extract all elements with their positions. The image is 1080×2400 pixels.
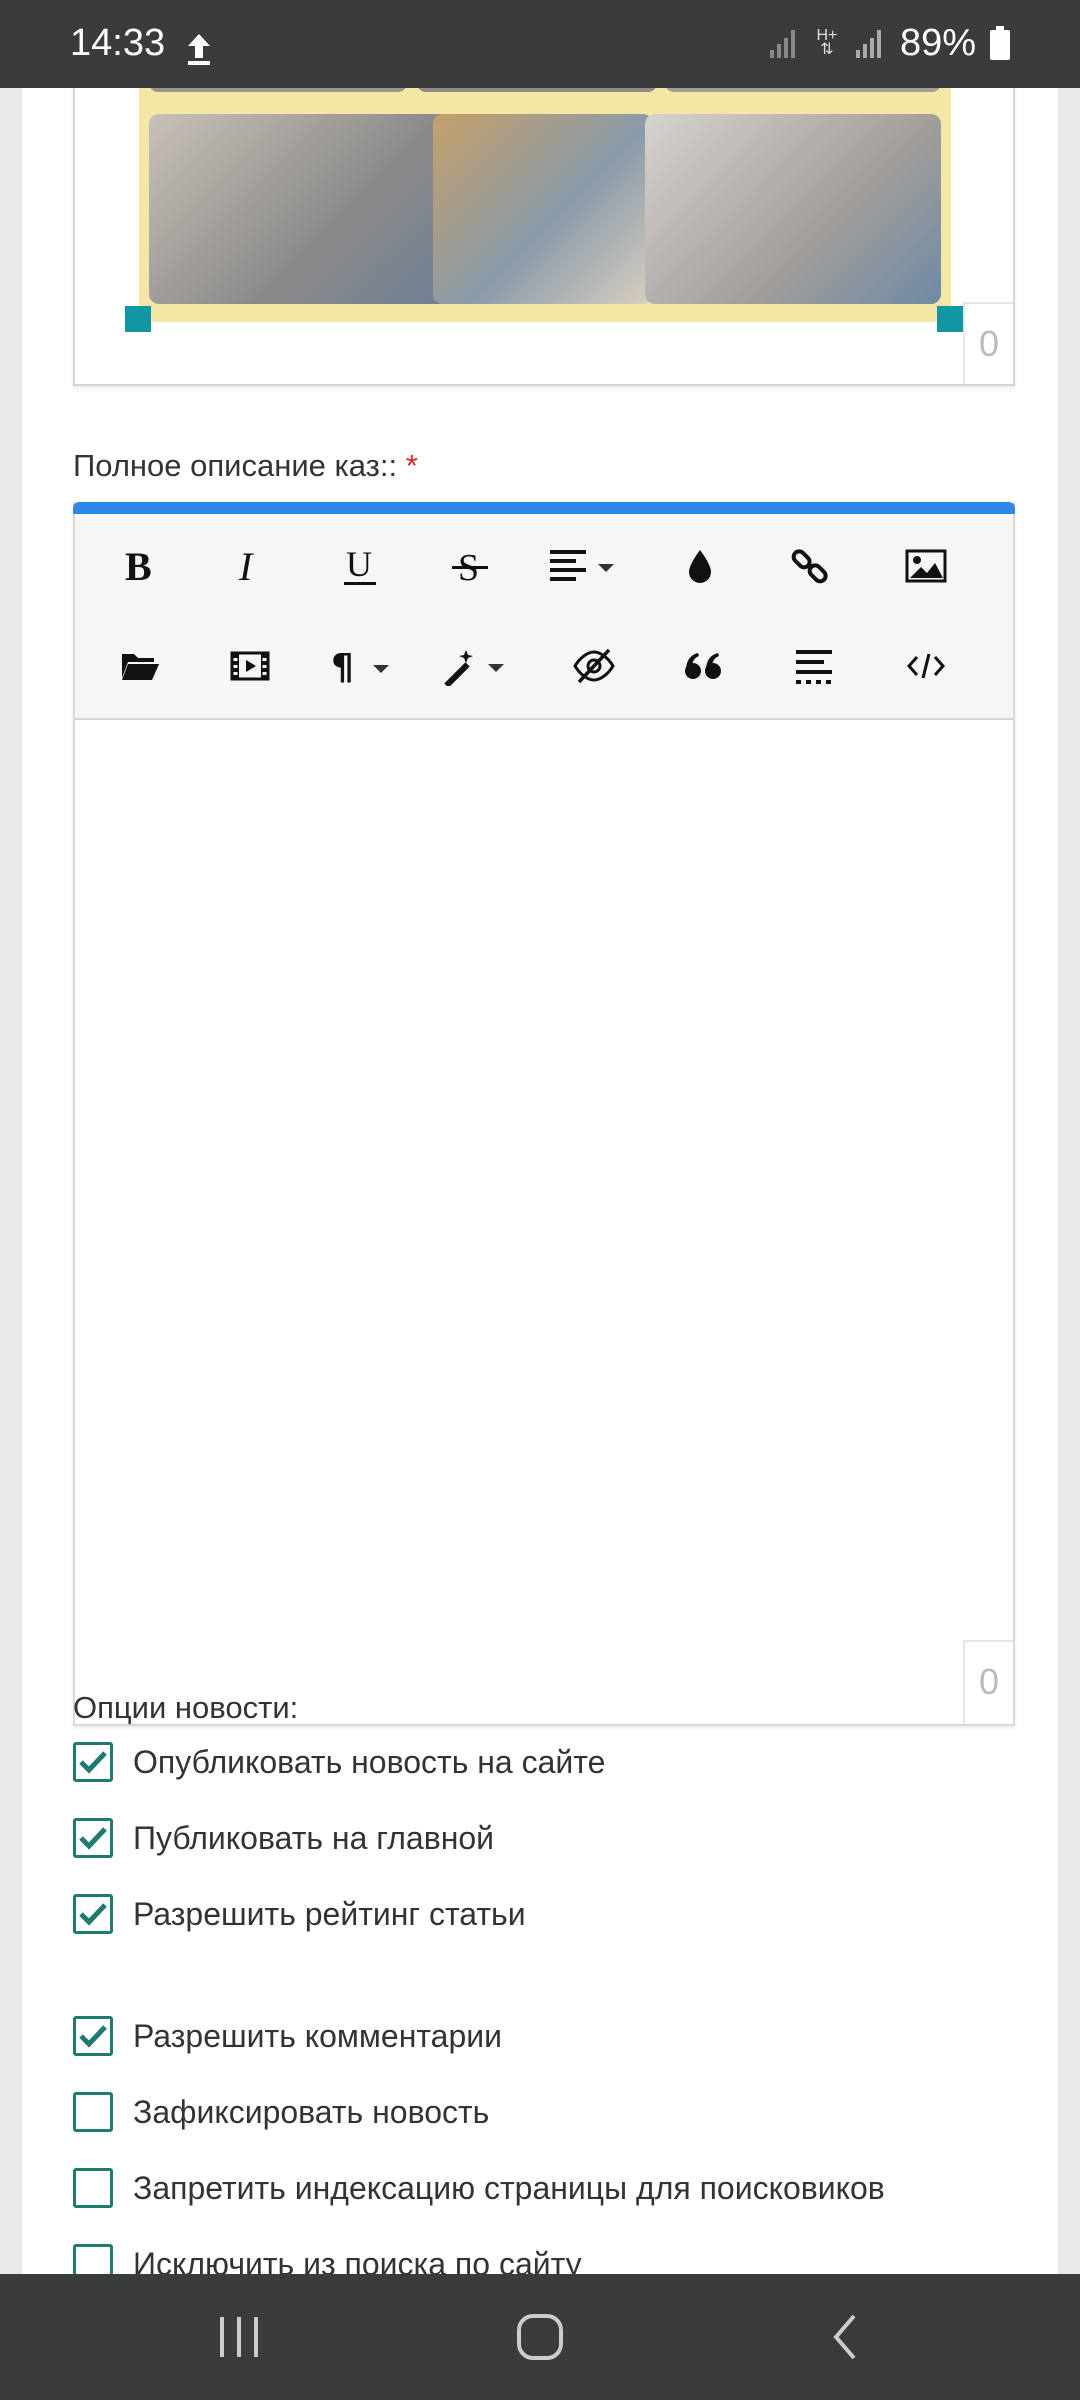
checkmark-icon xyxy=(79,1827,107,1850)
svg-text:U: U xyxy=(346,544,372,584)
video-icon[interactable] xyxy=(195,616,305,716)
editor-toolbar: B I U S ¶ xyxy=(75,514,1013,720)
option-publish-on-main[interactable]: Публиковать на главной xyxy=(73,1814,494,1862)
rich-text-editor: B I U S ¶ 0 xyxy=(73,502,1015,1726)
status-bar: 14:33 H+ ⇅ 89% xyxy=(0,0,1080,88)
bold-icon[interactable]: B xyxy=(85,516,195,616)
editor-focus-bar xyxy=(73,502,1015,514)
underline-icon[interactable]: U xyxy=(305,516,415,616)
full-description-label: Полное описание каз:: * xyxy=(73,448,418,483)
checkmark-icon xyxy=(79,1903,107,1926)
checkbox[interactable] xyxy=(73,2168,113,2208)
page-break-icon[interactable] xyxy=(759,616,869,716)
svg-text:B: B xyxy=(125,546,152,586)
option-exclude-search[interactable]: Исключить из поиска по сайту xyxy=(73,2240,582,2274)
option-publish-on-site[interactable]: Опубликовать новость на сайте xyxy=(73,1738,605,1786)
battery-icon xyxy=(990,26,1010,60)
option-allow-rating[interactable]: Разрешить рейтинг статьи xyxy=(73,1890,526,1938)
recent-apps-button[interactable] xyxy=(194,2302,284,2372)
char-counter: 0 xyxy=(963,302,1013,384)
checkmark-icon xyxy=(79,2025,107,2048)
magic-wand-dropdown-icon[interactable] xyxy=(421,616,531,716)
editor-text-area[interactable] xyxy=(75,720,1013,1724)
upload-icon xyxy=(188,34,210,65)
option-pin-news[interactable]: Зафиксировать новость xyxy=(73,2088,489,2136)
checkbox[interactable] xyxy=(73,2016,113,2056)
svg-text:I: I xyxy=(238,546,254,586)
image-icon[interactable] xyxy=(871,516,981,616)
back-button[interactable] xyxy=(800,2302,890,2372)
checkbox[interactable] xyxy=(73,1894,113,1934)
italic-icon[interactable]: I xyxy=(195,516,305,616)
page-content: 0 Полное описание каз:: * B I U S ¶ 0 Оп… xyxy=(22,88,1058,2274)
quote-icon[interactable] xyxy=(649,616,759,716)
photo xyxy=(433,114,653,304)
home-button[interactable] xyxy=(495,2302,585,2372)
color-drop-icon[interactable] xyxy=(645,516,755,616)
resize-handle-right[interactable] xyxy=(937,306,963,332)
paragraph-dropdown-icon[interactable]: ¶ xyxy=(309,616,419,716)
checkbox[interactable] xyxy=(73,1742,113,1782)
checkbox[interactable] xyxy=(73,2092,113,2132)
photo-collage[interactable] xyxy=(139,88,951,322)
system-nav-bar xyxy=(0,2274,1080,2400)
checkbox[interactable] xyxy=(73,2244,113,2274)
battery-percent: 89% xyxy=(899,21,976,64)
checkmark-icon xyxy=(79,1751,107,1774)
photo xyxy=(149,114,449,304)
link-icon[interactable] xyxy=(755,516,865,616)
align-dropdown-icon[interactable] xyxy=(531,516,641,616)
required-mark: * xyxy=(405,448,418,483)
char-counter: 0 xyxy=(963,1640,1013,1724)
news-options-title: Опции новости: xyxy=(73,1690,299,1725)
strikethrough-icon[interactable]: S xyxy=(415,516,525,616)
signal-icon xyxy=(769,30,795,58)
option-noindex[interactable]: Запретить индексацию страницы для поиско… xyxy=(73,2164,885,2212)
home-icon xyxy=(517,2314,563,2360)
photo xyxy=(417,88,657,92)
photo xyxy=(665,88,941,92)
status-time: 14:33 xyxy=(70,22,166,64)
recent-apps-icon xyxy=(220,2317,258,2357)
image-preview-card: 0 xyxy=(73,88,1015,386)
hide-icon[interactable] xyxy=(539,616,649,716)
folder-icon[interactable] xyxy=(85,616,195,716)
code-icon[interactable] xyxy=(871,616,981,716)
network-type: H+ ⇅ xyxy=(816,27,838,58)
photo xyxy=(645,114,941,304)
signal-icon xyxy=(855,30,881,58)
resize-handle-left[interactable] xyxy=(125,306,151,332)
checkbox[interactable] xyxy=(73,1818,113,1858)
svg-text:¶: ¶ xyxy=(331,647,354,685)
option-allow-comments[interactable]: Разрешить комментарии xyxy=(73,2012,502,2060)
status-indicators: H+ ⇅ 89% xyxy=(768,18,1010,68)
photo xyxy=(149,88,407,92)
back-icon xyxy=(833,2314,856,2360)
